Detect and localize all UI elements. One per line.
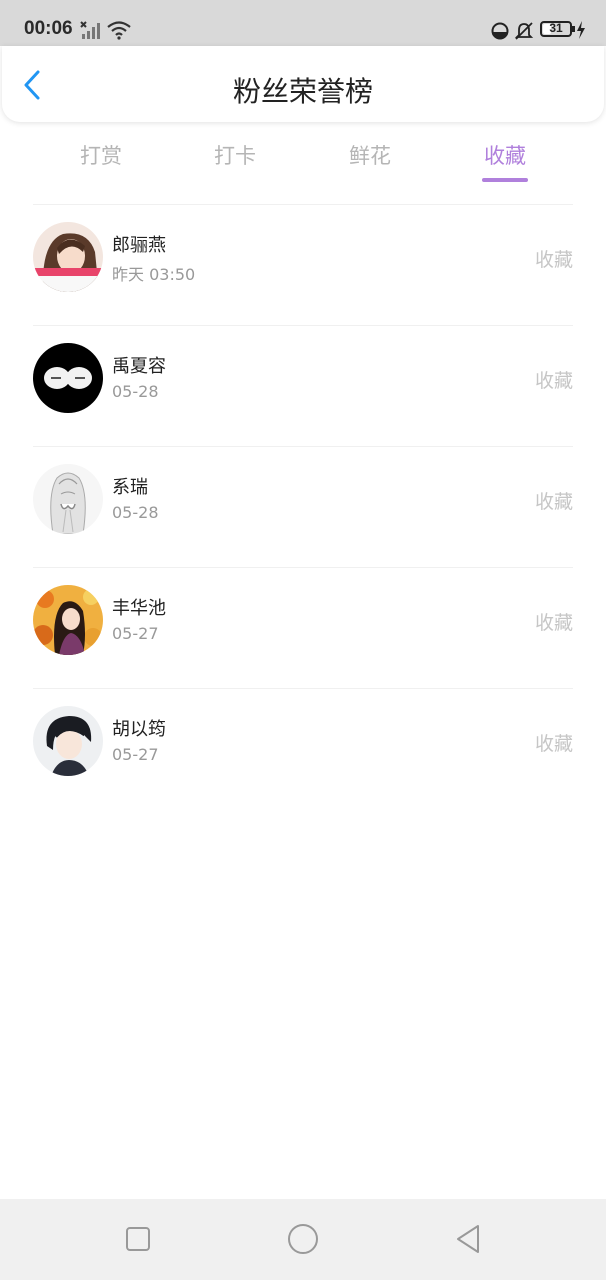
list-item[interactable]: 郎骊燕 昨天 03:50 收藏 — [33, 204, 573, 325]
status-bar: 00:06 31 — [0, 0, 606, 46]
tab-label: 打卡 — [214, 144, 256, 168]
user-name: 禹夏容 — [112, 356, 166, 377]
square-icon — [126, 1227, 150, 1251]
bell-muted-icon — [514, 22, 534, 40]
user-time: 05-28 — [112, 503, 159, 522]
status-time: 00:06 — [24, 18, 73, 39]
fan-list: 郎骊燕 昨天 03:50 收藏 禹夏容 05-28 收藏 系瑞 05-28 收藏 — [0, 204, 606, 809]
action-label: 收藏 — [534, 491, 573, 513]
battery-nub — [572, 26, 575, 32]
system-nav-bar — [0, 1199, 606, 1280]
user-name: 系瑞 — [112, 477, 148, 498]
user-time: 05-27 — [112, 624, 159, 643]
user-name: 胡以筠 — [112, 719, 166, 740]
action-label: 收藏 — [534, 249, 573, 271]
header: 粉丝荣誉榜 — [2, 46, 604, 122]
tab-label: 鲜花 — [349, 144, 391, 168]
tab-label: 收藏 — [484, 144, 526, 168]
battery-level: 31 — [549, 21, 563, 35]
battery-icon: 31 — [540, 21, 572, 37]
user-time: 05-27 — [112, 745, 159, 764]
circle-icon — [288, 1224, 318, 1254]
avatar — [33, 222, 103, 292]
triangle-back-icon — [457, 1225, 479, 1253]
list-item[interactable]: 丰华池 05-27 收藏 — [33, 567, 573, 688]
tab-reward[interactable]: 打赏 — [61, 140, 141, 170]
home-button[interactable] — [283, 1219, 323, 1259]
user-name: 丰华池 — [112, 598, 166, 619]
recent-apps-button[interactable] — [118, 1219, 158, 1259]
user-time: 昨天 03:50 — [112, 265, 196, 284]
avatar — [33, 585, 103, 655]
list-item[interactable]: 禹夏容 05-28 收藏 — [33, 325, 573, 446]
charging-icon — [577, 21, 585, 39]
avatar — [33, 464, 103, 534]
action-label: 收藏 — [534, 612, 573, 634]
tab-label: 打赏 — [80, 144, 122, 168]
list-item[interactable]: 胡以筠 05-27 收藏 — [33, 688, 573, 809]
clock-icon — [491, 22, 509, 40]
tab-flowers[interactable]: 鲜花 — [330, 140, 410, 170]
list-item[interactable]: 系瑞 05-28 收藏 — [33, 446, 573, 567]
page-title: 粉丝荣誉榜 — [232, 75, 373, 108]
avatar — [33, 343, 103, 413]
wifi-icon — [107, 21, 131, 40]
tab-checkin[interactable]: 打卡 — [195, 140, 275, 170]
action-label: 收藏 — [534, 370, 573, 392]
tab-bar: 打赏 打卡 鲜花 收藏 — [0, 122, 606, 204]
user-time: 05-28 — [112, 382, 159, 401]
signal-off-icon — [80, 21, 100, 39]
user-name: 郎骊燕 — [112, 235, 166, 256]
tab-favorites[interactable]: 收藏 — [465, 140, 545, 182]
back-nav-button[interactable] — [448, 1219, 488, 1259]
tab-active-indicator — [482, 178, 528, 182]
avatar — [33, 706, 103, 776]
action-label: 收藏 — [534, 733, 573, 755]
